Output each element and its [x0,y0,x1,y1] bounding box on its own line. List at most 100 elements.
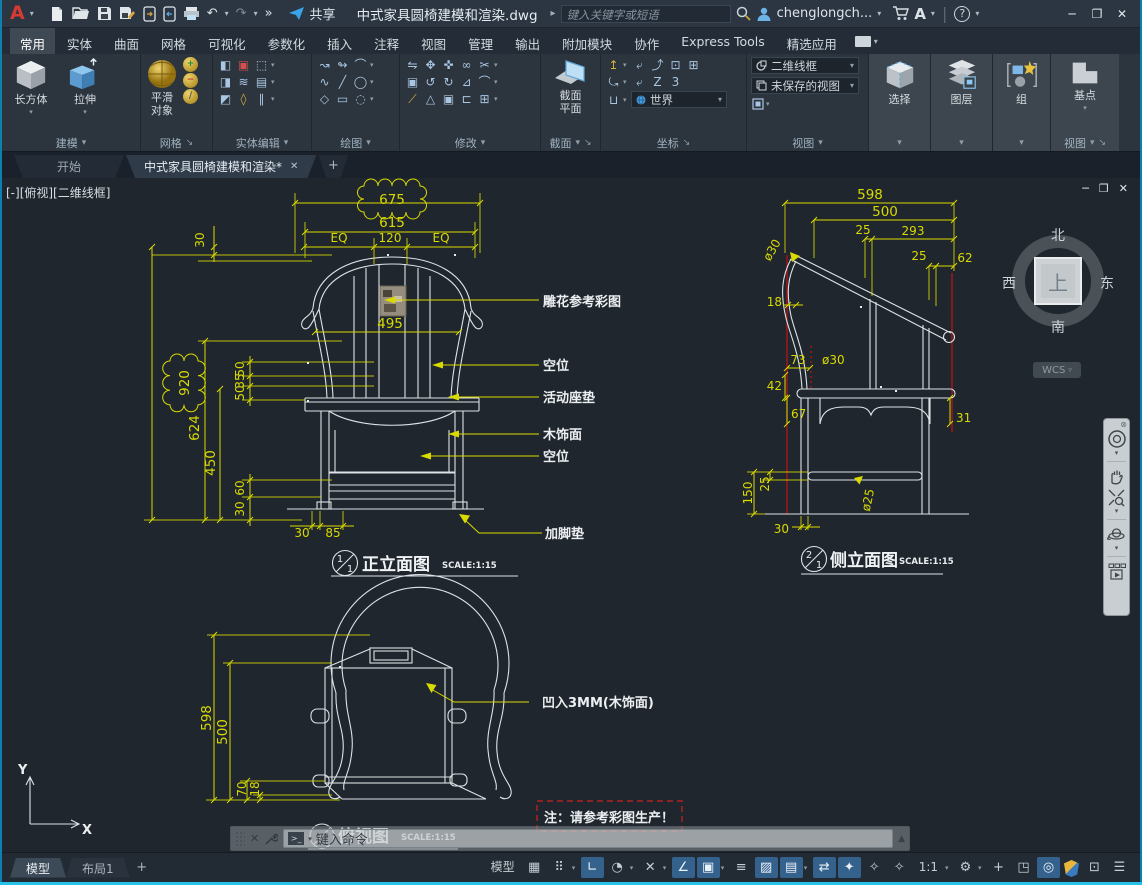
window-close-icon[interactable]: ✕ [1112,7,1132,21]
copy-icon[interactable]: ∞ [458,57,475,73]
recent-commands-caret-icon[interactable]: ▾ [308,835,312,843]
more-commands-icon[interactable]: » [265,6,273,21]
autocad-logo-icon[interactable]: A [10,4,25,23]
command-input[interactable]: >_ ▾ 键入命令 [283,829,893,848]
ucs-previous-icon[interactable]: ⤶ [631,57,648,73]
osnap-caret-icon[interactable]: ▾ [721,864,729,872]
line-icon[interactable]: ╱ [334,74,351,90]
presspull-icon[interactable] [114,74,131,90]
fillet-icon[interactable]: ⌒ [476,74,493,90]
tab-addins[interactable]: 附加模块 [552,28,622,54]
app-menu-caret-icon[interactable]: ▾ [30,9,34,18]
layout-tab-layout1[interactable]: 布局1 [66,858,130,878]
panel-label-view[interactable]: 视图▾ [751,134,864,151]
app-store-cart-icon[interactable] [892,6,909,21]
open-file-icon[interactable] [72,6,90,21]
stretch-icon[interactable]: ⊏ [458,91,475,107]
scale-icon[interactable]: ⊿ [458,74,475,90]
object-snap-tracking-icon[interactable]: ✕ [639,857,662,878]
tab-solid[interactable]: 实体 [57,28,102,54]
mesh-unrefine-icon[interactable]: − [183,73,198,88]
selection-panel-caret-icon[interactable]: ▾ [897,138,902,148]
separate-icon[interactable]: ∥ [253,91,270,107]
title-expand-icon[interactable]: ▸ [551,8,556,19]
subtract-icon[interactable]: ◨ [217,74,234,90]
share-label[interactable]: 共享 [310,4,336,23]
ucs-3point-icon[interactable]: 3 [667,74,684,90]
annotation-autoscale-icon[interactable]: ✧ [863,857,886,878]
user-avatar-icon[interactable] [756,6,772,22]
dynamic-ucs-icon[interactable]: ⇄ [813,857,836,878]
ortho-mode-icon[interactable]: ∠ [672,857,695,878]
username-label[interactable]: chenglongch... [777,6,873,21]
visual-style-combo[interactable]: 二维线框▾ [751,57,859,74]
viewport-restore-icon[interactable]: ❐ [1099,182,1109,195]
file-tab-document[interactable]: 中式家具圆椅建模和渲染*✕ [126,155,316,178]
file-tab-start[interactable]: 开始 [14,155,124,178]
interfere-icon[interactable]: ▣ [235,57,252,73]
command-history-up-icon[interactable]: ▲ [898,834,905,844]
polar-caret-icon[interactable]: ▾ [630,864,638,872]
extrude-button[interactable]: 拉伸▾ [60,57,110,119]
otrack-caret-icon[interactable]: ▾ [663,864,671,872]
window-minimize-icon[interactable]: ─ [1062,7,1082,21]
scale-caret-icon[interactable]: ▾ [945,864,953,872]
tab-home[interactable]: 常用 [10,28,55,54]
tab-mesh[interactable]: 网格 [151,28,196,54]
offset-icon[interactable]: ▣ [440,91,457,107]
3d-move-icon[interactable]: ✥ [422,57,439,73]
ucs-x-icon[interactable]: ⤿ [605,74,622,90]
share-icon[interactable] [288,6,305,21]
viewcube-display-icon[interactable] [751,97,765,111]
clean-screen-icon[interactable]: ◎ [1037,857,1060,878]
annotation-visibility-icon[interactable]: ✦ [838,857,861,878]
grid-display-icon[interactable]: ▦ [523,857,546,878]
array-icon[interactable]: ⊞ [476,91,493,107]
tab-view[interactable]: 视图 [411,28,456,54]
panel-label-modeling[interactable]: 建模▾ [6,134,136,151]
navbar-close-icon[interactable]: ⊗ [1120,420,1127,429]
isometric-drafting-icon[interactable]: ∟ [581,857,604,878]
redo-caret-icon[interactable]: ▾ [254,9,258,18]
undo-caret-icon[interactable]: ▾ [225,9,229,18]
recent-commands-icon[interactable]: >_ [288,832,304,845]
trim-icon[interactable]: ✂ [476,57,493,73]
smooth-object-button[interactable]: 平滑对象 [145,57,179,117]
new-drawing-tab-button[interactable]: + [318,155,348,178]
union-icon[interactable]: ◧ [217,57,234,73]
extract-edges-icon[interactable]: ⬚ [253,57,270,73]
viewport-minimize-icon[interactable]: ─ [1082,182,1089,195]
wcs-menu[interactable]: WCS▿ [1033,362,1081,378]
layers-panel-caret-icon[interactable]: ▾ [959,138,964,148]
window-maximize-icon[interactable]: ❐ [1087,7,1107,21]
new-file-icon[interactable] [49,6,65,22]
command-drag-handle[interactable] [235,831,245,847]
spline-icon[interactable]: ∿ [316,74,333,90]
panel-label-view-2[interactable]: 视图▾↘ [1055,134,1115,151]
autodesk-account-icon[interactable]: A [914,5,926,23]
file-tab-close-icon[interactable]: ✕ [290,161,298,172]
selection-cycling-icon[interactable]: ▤ [780,857,803,878]
tab-express-tools[interactable]: Express Tools [671,28,775,54]
graphics-performance-icon[interactable] [1064,860,1079,877]
panel-label-section[interactable]: 截面▾↘ [545,134,596,151]
box-button[interactable]: 长方体▾ [6,57,56,119]
ellipse-icon[interactable]: ◌ [352,91,369,107]
rectangle-icon[interactable]: ▭ [334,91,351,107]
cycling-caret-icon[interactable]: ▾ [804,864,812,872]
search-input[interactable]: 键入关键字或短语 [561,5,731,23]
thicken-icon[interactable]: ▤ [253,74,270,90]
ucs-object-icon[interactable]: ⤴ [649,57,666,73]
save-icon[interactable] [97,6,112,21]
panel-label-modify[interactable]: 修改▾ [404,134,536,151]
redo-icon[interactable]: ↷ [236,6,247,21]
ucs-origin-icon[interactable]: ⊞ [685,57,702,73]
ribbon-display-toggle[interactable]: ▾ [855,28,878,54]
zoom-extents-icon[interactable] [1107,488,1126,507]
tab-manage[interactable]: 管理 [458,28,503,54]
3d-scale-icon[interactable]: △ [422,91,439,107]
command-close-icon[interactable]: ✕ [250,832,259,845]
lineweight-icon[interactable]: ≡ [730,857,753,878]
plot-icon[interactable] [183,6,200,21]
showmotion-icon[interactable] [1107,562,1127,582]
